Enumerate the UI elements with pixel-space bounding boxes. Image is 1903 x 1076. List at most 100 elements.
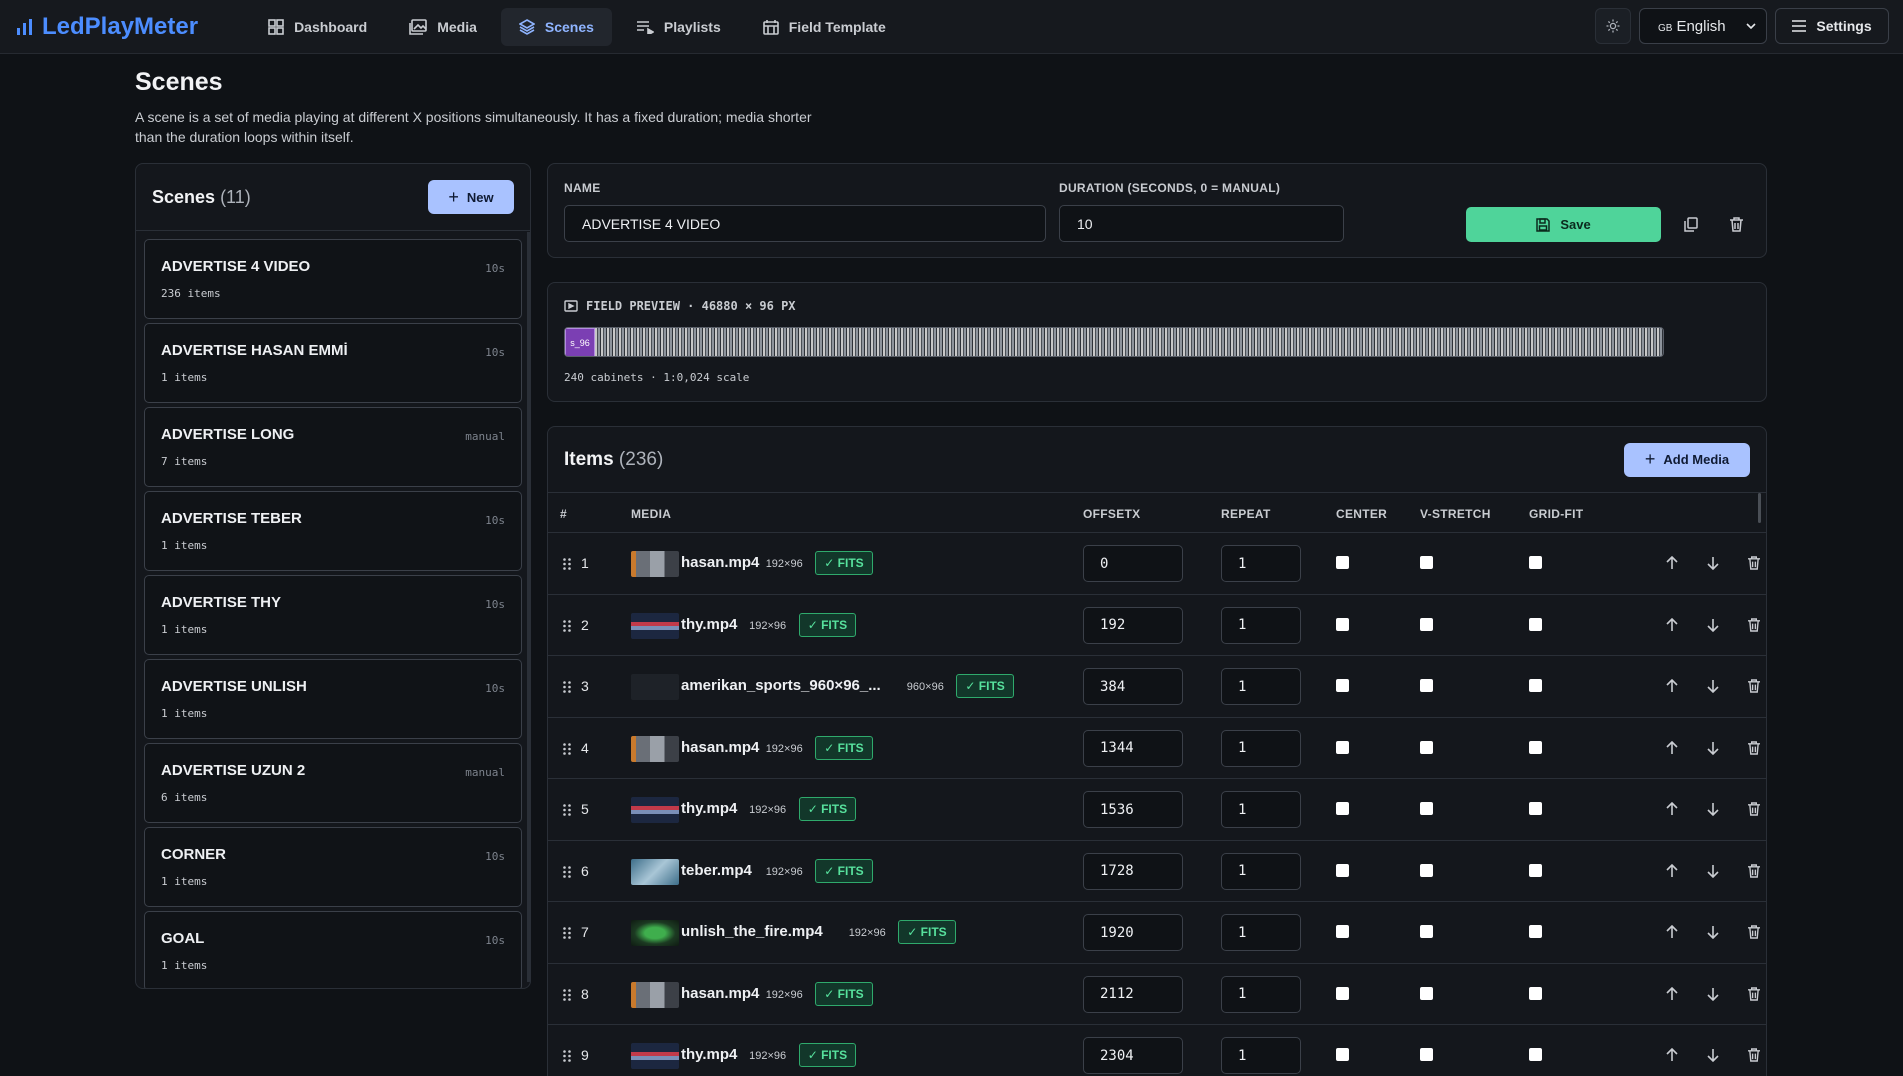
center-checkbox[interactable] — [1336, 679, 1349, 692]
move-up-button[interactable] — [1662, 615, 1682, 635]
scene-item[interactable]: ADVERTISE 4 VIDEO 10s 236 items — [144, 239, 522, 319]
move-down-button[interactable] — [1703, 984, 1723, 1004]
duplicate-scene-button[interactable] — [1680, 213, 1702, 235]
delete-item-button[interactable] — [1744, 676, 1764, 696]
scenes-scrollbar[interactable] — [527, 232, 530, 982]
scene-item[interactable]: ADVERTISE UNLISH 10s 1 items — [144, 659, 522, 739]
app-logo[interactable]: LedPlayMeter — [16, 13, 198, 41]
table-row[interactable]: 4 hasan.mp4 192×96 ✓ FITS 1344 1 — [548, 718, 1766, 779]
nav-media[interactable]: Media — [391, 8, 495, 46]
drag-handle-icon[interactable] — [563, 557, 571, 573]
gridfit-checkbox[interactable] — [1529, 617, 1542, 631]
table-row[interactable]: 9 thy.mp4 192×96 ✓ FITS 2304 1 — [548, 1025, 1766, 1076]
repeat-input[interactable]: 1 — [1221, 1037, 1301, 1074]
move-down-button[interactable] — [1703, 615, 1723, 635]
gridfit-checkbox[interactable] — [1529, 679, 1542, 692]
move-down-button[interactable] — [1703, 738, 1723, 758]
vstretch-checkbox[interactable] — [1420, 802, 1433, 815]
table-row[interactable]: 1 hasan.mp4 192×96 ✓ FITS 0 1 — [548, 533, 1766, 595]
drag-handle-icon[interactable] — [563, 988, 571, 1004]
move-up-button[interactable] — [1662, 922, 1682, 942]
delete-item-button[interactable] — [1744, 738, 1764, 758]
move-up-button[interactable] — [1662, 861, 1682, 881]
move-up-button[interactable] — [1662, 799, 1682, 819]
move-up-button[interactable] — [1662, 553, 1682, 573]
offsetx-input[interactable]: 192 — [1083, 606, 1183, 644]
offsetx-input[interactable]: 1344 — [1083, 729, 1183, 767]
gridfit-checkbox[interactable] — [1529, 802, 1542, 815]
repeat-input[interactable]: 1 — [1221, 545, 1301, 582]
gridfit-checkbox[interactable] — [1529, 556, 1542, 569]
move-up-button[interactable] — [1662, 676, 1682, 696]
field-preview-strip[interactable]: s_96 — [564, 327, 1664, 357]
language-select[interactable]: GB English — [1639, 8, 1767, 44]
table-row[interactable]: 6 teber.mp4 192×96 ✓ FITS 1728 1 — [548, 841, 1766, 902]
vstretch-checkbox[interactable] — [1420, 556, 1433, 569]
scene-item[interactable]: CORNER 10s 1 items — [144, 827, 522, 907]
delete-item-button[interactable] — [1744, 799, 1764, 819]
offsetx-input[interactable]: 384 — [1083, 668, 1183, 705]
table-row[interactable]: 2 thy.mp4 192×96 ✓ FITS 192 1 — [548, 595, 1766, 656]
vstretch-checkbox[interactable] — [1420, 617, 1433, 631]
move-down-button[interactable] — [1703, 922, 1723, 942]
move-up-button[interactable] — [1662, 738, 1682, 758]
scene-item[interactable]: GOAL 10s 1 items — [144, 911, 522, 988]
nav-field-template[interactable]: Field Template — [745, 8, 904, 46]
center-checkbox[interactable] — [1336, 925, 1349, 938]
center-checkbox[interactable] — [1336, 617, 1349, 631]
offsetx-input[interactable]: 0 — [1083, 545, 1183, 582]
scene-item[interactable]: ADVERTISE HASAN EMMİ 10s 1 items — [144, 323, 522, 403]
delete-item-button[interactable] — [1744, 1045, 1764, 1065]
drag-handle-icon[interactable] — [563, 619, 571, 635]
settings-button[interactable]: Settings — [1775, 8, 1889, 44]
repeat-input[interactable]: 1 — [1221, 668, 1301, 705]
vstretch-checkbox[interactable] — [1420, 986, 1433, 1000]
repeat-input[interactable]: 1 — [1221, 606, 1301, 644]
scene-item[interactable]: ADVERTISE LONG manual 7 items — [144, 407, 522, 487]
vstretch-checkbox[interactable] — [1420, 863, 1433, 877]
move-up-button[interactable] — [1662, 984, 1682, 1004]
items-scrollbar[interactable] — [1758, 493, 1761, 523]
move-up-button[interactable] — [1662, 1045, 1682, 1065]
vstretch-checkbox[interactable] — [1420, 740, 1433, 754]
drag-handle-icon[interactable] — [563, 1049, 571, 1065]
center-checkbox[interactable] — [1336, 556, 1349, 569]
drag-handle-icon[interactable] — [563, 803, 571, 819]
vstretch-checkbox[interactable] — [1420, 925, 1433, 938]
center-checkbox[interactable] — [1336, 986, 1349, 1000]
table-row[interactable]: 7 unlish_the_fire.mp4 192×96 ✓ FITS 1920 1 — [548, 902, 1766, 964]
table-row[interactable]: 8 hasan.mp4 192×96 ✓ FITS 2112 1 — [548, 964, 1766, 1025]
nav-scenes[interactable]: Scenes — [500, 7, 612, 46]
drag-handle-icon[interactable] — [563, 680, 571, 696]
repeat-input[interactable]: 1 — [1221, 729, 1301, 767]
gridfit-checkbox[interactable] — [1529, 925, 1542, 938]
preview-selected-item[interactable]: s_96 — [565, 328, 595, 356]
drag-handle-icon[interactable] — [563, 865, 571, 881]
nav-playlists[interactable]: Playlists — [618, 8, 739, 46]
repeat-input[interactable]: 1 — [1221, 852, 1301, 890]
center-checkbox[interactable] — [1336, 863, 1349, 877]
move-down-button[interactable] — [1703, 553, 1723, 573]
gridfit-checkbox[interactable] — [1529, 863, 1542, 877]
nav-dashboard[interactable]: Dashboard — [250, 8, 385, 46]
offsetx-input[interactable]: 1728 — [1083, 852, 1183, 890]
move-down-button[interactable] — [1703, 1045, 1723, 1065]
delete-item-button[interactable] — [1744, 922, 1764, 942]
move-down-button[interactable] — [1703, 799, 1723, 819]
delete-scene-button[interactable] — [1725, 213, 1747, 235]
delete-item-button[interactable] — [1744, 861, 1764, 881]
gridfit-checkbox[interactable] — [1529, 986, 1542, 1000]
scene-item[interactable]: ADVERTISE THY 10s 1 items — [144, 575, 522, 655]
delete-item-button[interactable] — [1744, 984, 1764, 1004]
offsetx-input[interactable]: 2112 — [1083, 975, 1183, 1013]
add-media-button[interactable]: + Add Media — [1624, 442, 1750, 477]
move-down-button[interactable] — [1703, 861, 1723, 881]
table-row[interactable]: 5 thy.mp4 192×96 ✓ FITS 1536 1 — [548, 779, 1766, 841]
repeat-input[interactable]: 1 — [1221, 914, 1301, 951]
delete-item-button[interactable] — [1744, 553, 1764, 573]
scene-name-input[interactable]: ADVERTISE 4 VIDEO — [564, 205, 1046, 242]
repeat-input[interactable]: 1 — [1221, 791, 1301, 828]
repeat-input[interactable]: 1 — [1221, 975, 1301, 1013]
offsetx-input[interactable]: 2304 — [1083, 1037, 1183, 1074]
offsetx-input[interactable]: 1536 — [1083, 791, 1183, 828]
